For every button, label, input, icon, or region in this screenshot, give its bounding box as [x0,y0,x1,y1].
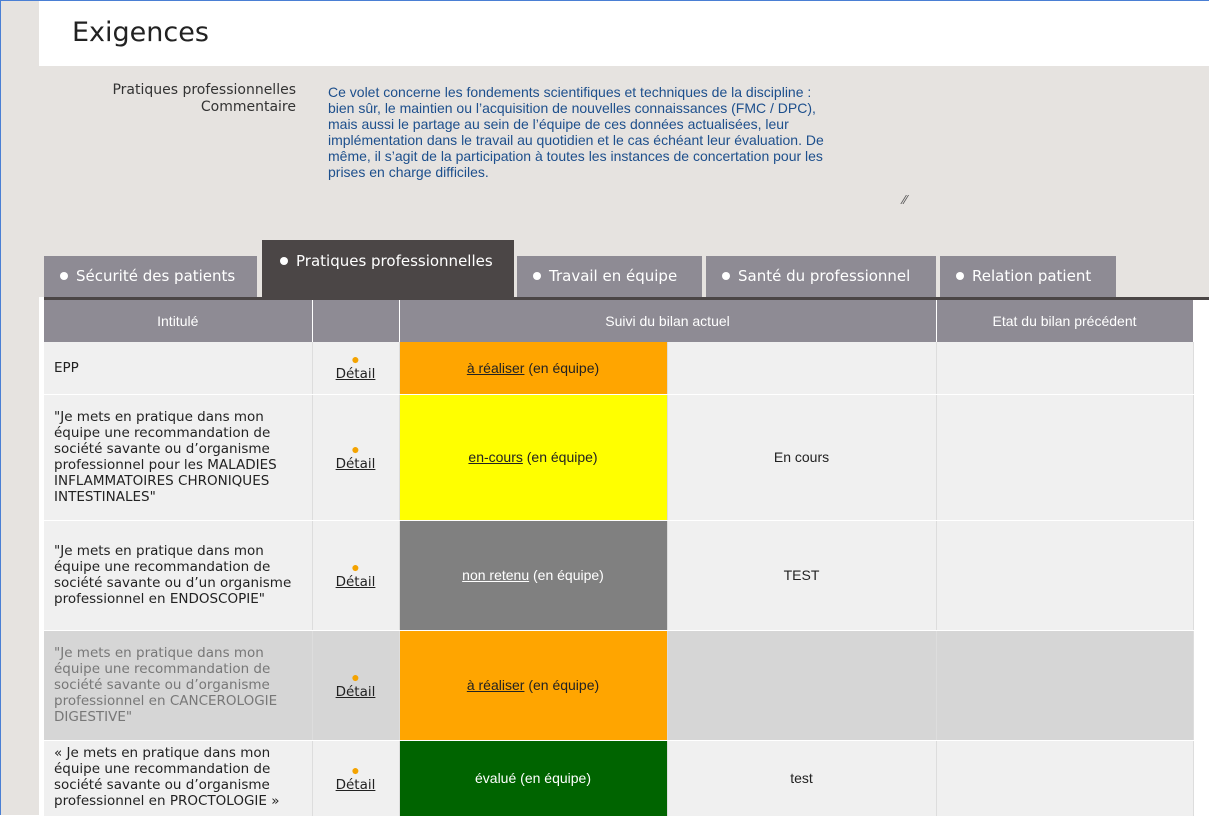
page-title: Exigences [72,17,209,48]
left-frame [0,0,39,815]
detail-cell: ● Détail [312,520,400,631]
detail-cell: ● Détail [312,394,400,521]
tab-securite-patients[interactable]: Sécurité des patients [44,256,257,297]
row-intitule: "Je mets en pratique dans mon équipe une… [44,520,313,631]
row-intitule: "Je mets en pratique dans mon équipe une… [44,394,313,521]
status-suffix: (en équipe) [524,677,600,693]
description-label-comment: Commentaire [200,99,296,115]
suivi-value: test [667,740,937,817]
status-suffix: (en équipe) [524,359,600,376]
detail-cell: ● Détail [312,342,400,395]
person-icon: ● [351,351,360,368]
table-row: « Je mets en pratique dans mon équipe un… [44,740,1194,817]
table-row: "Je mets en pratique dans mon équipe une… [44,394,1194,521]
status-cell: à réaliser (en équipe) [399,342,668,395]
table-row: "Je mets en pratique dans mon équipe une… [44,520,1194,631]
status-link[interactable]: en-cours [468,449,522,465]
etat-value [936,342,1194,395]
tab-label: Pratiques professionnelles [296,252,493,270]
title-bar [39,10,1209,66]
resize-handle-icon[interactable]: ⁄⁄ [903,192,907,207]
detail-cell: ● Détail [312,630,400,741]
tab-label: Santé du professionnel [738,267,911,285]
status-link[interactable]: évalué [475,770,516,786]
description-label-theme: Pratiques professionnelles [112,82,296,98]
person-icon: ● [351,440,360,457]
suivi-value: TEST [667,520,937,631]
suivi-value: En cours [667,394,937,521]
status-link[interactable]: à réaliser [467,677,525,693]
person-icon: ● [351,668,360,685]
bullet-icon [956,271,964,280]
tab-label: Relation patient [972,267,1092,285]
requirements-table: Intitulé Suivi du bilan actuel Etat du b… [44,300,1194,817]
bullet-icon [533,271,541,280]
description-labels: Pratiques professionnelles Commentaire [60,82,296,116]
status-suffix: (en équipe) [522,449,598,465]
etat-value [936,520,1194,631]
status-cell: évalué (en équipe) [399,740,668,817]
tab-bar: Sécurité des patients Pratiques professi… [44,240,1209,297]
table-row: EPP ● Détail à réaliser (en équipe) [44,342,1194,395]
table-header-row: Intitulé Suivi du bilan actuel Etat du b… [44,300,1194,342]
comment-textarea[interactable]: Ce volet concerne les fondements scienti… [328,84,913,180]
tab-travail-equipe[interactable]: Travail en équipe [517,256,702,297]
window-border [0,0,1,815]
status-suffix: (en équipe) [529,567,604,583]
column-header-suivi[interactable]: Suivi du bilan actuel [399,300,937,342]
status-suffix: (en équipe) [516,770,591,786]
tab-sante-professionnel[interactable]: Santé du professionnel [706,256,936,297]
etat-value [936,630,1194,741]
status-cell: non retenu (en équipe) [399,520,668,631]
person-icon: ● [351,558,360,575]
row-intitule: « Je mets en pratique dans mon équipe un… [44,740,313,817]
bullet-icon [280,256,288,265]
window-border-top [0,0,1209,1]
tab-label: Sécurité des patients [76,267,236,285]
column-header-etat[interactable]: Etat du bilan précédent [936,300,1194,342]
status-cell: à réaliser (en équipe) [399,630,668,741]
column-header-detail [312,300,400,342]
status-link[interactable]: à réaliser [467,360,525,376]
column-header-intitule[interactable]: Intitulé [44,300,313,342]
tab-relation-patient[interactable]: Relation patient [940,256,1116,297]
suivi-value [667,342,937,395]
row-intitule: EPP [44,342,313,395]
bullet-icon [60,271,68,280]
detail-link[interactable]: Détail [336,777,376,793]
suivi-value [667,630,937,741]
bullet-icon [722,271,730,280]
row-intitule: "Je mets en pratique dans mon équipe une… [44,630,313,741]
status-cell: en-cours (en équipe) [399,394,668,521]
detail-link[interactable]: Détail [336,684,376,700]
detail-link[interactable]: Détail [336,366,376,382]
status-link[interactable]: non retenu [462,567,529,583]
detail-cell: ● Détail [312,740,400,817]
detail-link[interactable]: Détail [336,456,376,472]
tab-label: Travail en équipe [549,267,678,285]
table-row: "Je mets en pratique dans mon équipe une… [44,630,1194,741]
detail-link[interactable]: Détail [336,574,376,590]
etat-value [936,394,1194,521]
tab-pratiques-professionnelles[interactable]: Pratiques professionnelles [262,240,514,297]
person-icon: ● [351,761,360,778]
etat-value [936,740,1194,817]
